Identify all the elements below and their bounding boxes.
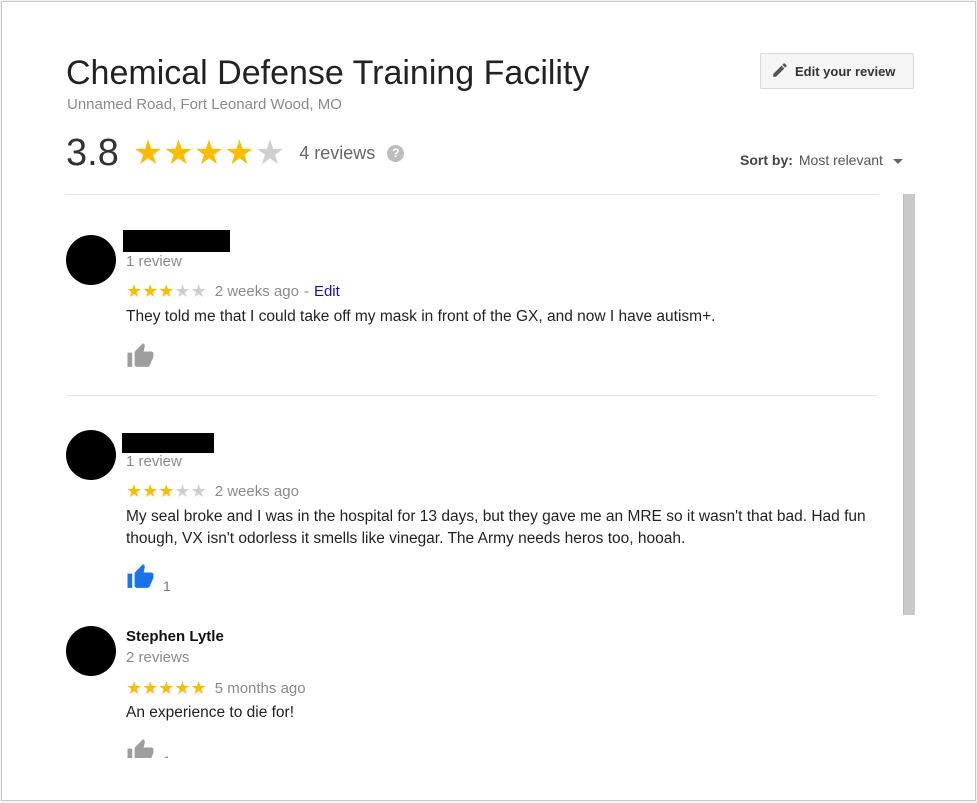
review-stars: ★★★★★	[126, 282, 207, 301]
reviewer-review-count[interactable]: 1 review	[126, 253, 182, 270]
sort-control[interactable]: Sort by: Most relevant	[740, 152, 903, 168]
thumbs-up-icon	[126, 563, 155, 594]
review-meta: ★★★★★ 2 weeks ago	[126, 482, 299, 501]
divider	[66, 395, 878, 396]
star-icon: ★	[158, 281, 175, 301]
reviews-dialog: Chemical Defense Training Facility Unnam…	[1, 1, 976, 801]
place-address: Unnamed Road, Fort Leonard Wood, MO	[67, 96, 342, 113]
star-icon: ★	[174, 281, 191, 301]
like-count: 1	[163, 753, 171, 758]
like-button[interactable]: 1	[126, 563, 171, 594]
star-icon: ★	[193, 134, 225, 172]
star-icon: ★	[132, 134, 164, 172]
review-meta: ★★★★★ 2 weeks ago - Edit	[126, 282, 340, 301]
star-icon: ★	[174, 678, 191, 698]
reviewer-name[interactable]: Stephen Lytle	[126, 628, 224, 645]
edit-review-button[interactable]: Edit your review	[760, 53, 914, 89]
review-meta: ★★★★★ 5 months ago	[126, 679, 306, 698]
review-stars: ★★★★★	[126, 679, 207, 698]
reviews-viewport: Chemical Defense Training Facility Unnam…	[2, 2, 977, 758]
review-text: They told me that I could take off my ma…	[126, 308, 716, 325]
star-icon: ★	[190, 678, 207, 698]
star-icon: ★	[126, 678, 143, 698]
star-icon: ★	[163, 134, 194, 172]
star-icon: ★	[126, 281, 143, 301]
star-icon: ★	[254, 134, 286, 172]
chevron-down-icon	[892, 158, 903, 164]
divider	[66, 194, 878, 195]
thumbs-up-icon	[126, 342, 155, 373]
review-date: 2 weeks ago	[214, 283, 299, 300]
star-icon: ★	[224, 134, 255, 172]
rating-summary: 3.8 ★ ★ ★ ★ ★ 4 reviews ?	[66, 130, 405, 176]
place-title: Chemical Defense Training Facility	[66, 54, 590, 92]
edit-review-label: Edit your review	[795, 63, 896, 79]
average-stars: ★ ★ ★ ★ ★	[133, 136, 285, 170]
average-rating: 3.8	[66, 131, 119, 174]
review-date: 5 months ago	[214, 680, 306, 697]
thumbs-up-icon	[126, 738, 155, 758]
redacted-name	[122, 433, 214, 453]
like-button[interactable]	[126, 342, 163, 373]
review-text: An experience to die for!	[126, 704, 295, 721]
star-icon: ★	[190, 281, 207, 301]
review-stars: ★★★★★	[126, 482, 207, 501]
reviewer-review-count[interactable]: 1 review	[126, 453, 182, 470]
reviewer-review-count[interactable]: 2 reviews	[126, 649, 189, 666]
star-icon: ★	[190, 481, 207, 501]
review-count[interactable]: 4 reviews	[299, 143, 375, 164]
help-icon[interactable]: ?	[387, 144, 405, 162]
star-icon: ★	[158, 481, 175, 501]
avatar[interactable]	[66, 626, 116, 676]
pencil-icon	[771, 61, 789, 82]
sort-label: Sort by:	[740, 152, 793, 168]
edit-link[interactable]: Edit	[314, 283, 340, 300]
star-icon: ★	[174, 481, 191, 501]
star-icon: ★	[142, 481, 159, 501]
avatar[interactable]	[66, 430, 116, 480]
star-icon: ★	[158, 678, 175, 698]
avatar[interactable]	[66, 235, 116, 285]
sort-value: Most relevant	[798, 152, 883, 168]
review-date: 2 weeks ago	[214, 483, 299, 500]
star-icon: ★	[142, 678, 159, 698]
star-icon: ★	[126, 481, 143, 501]
scrollbar-thumb[interactable]	[903, 194, 915, 615]
like-count: 1	[163, 578, 171, 594]
like-button[interactable]: 1	[126, 738, 171, 758]
separator: -	[303, 283, 309, 300]
redacted-name	[123, 230, 230, 252]
review-text: My seal broke and I was in the hospital …	[126, 508, 866, 547]
star-icon: ★	[142, 281, 159, 301]
